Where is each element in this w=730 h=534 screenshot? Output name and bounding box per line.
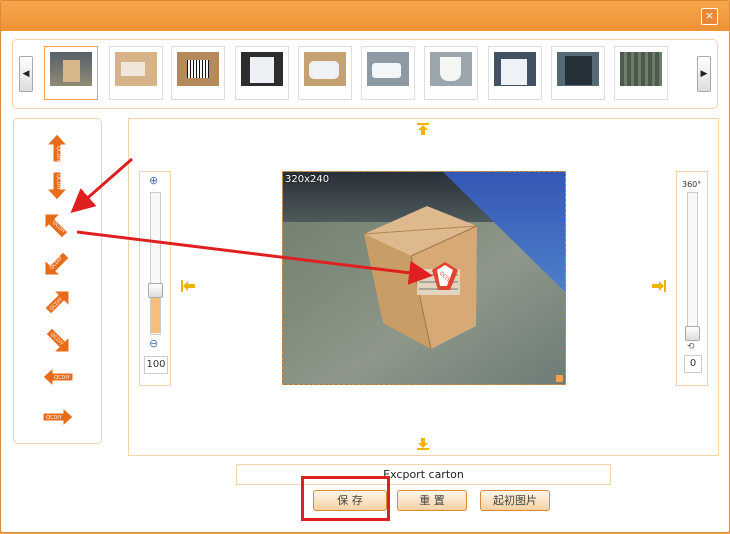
tool-label: QCDIY: [54, 375, 71, 381]
move-left-tool[interactable]: QCDIY: [14, 366, 101, 396]
rotation-max-label: 360°: [682, 180, 702, 189]
nudge-up-icon[interactable]: [416, 122, 430, 136]
original-image-button[interactable]: 起初图片: [480, 490, 550, 511]
thumbnail-label-1[interactable]: [109, 46, 163, 100]
qcdiy-sticker: QCDIY: [432, 262, 458, 290]
rotation-track[interactable]: [687, 192, 698, 334]
working-image[interactable]: QCDIY 320x240: [282, 171, 566, 385]
thumbnail-container-2[interactable]: [614, 46, 668, 100]
zoom-handle[interactable]: [148, 283, 163, 298]
move-down-right-tool[interactable]: QCDIY: [14, 324, 101, 354]
move-up-left-tool[interactable]: QCDIY: [14, 210, 101, 240]
transform-tools-panel: QCDIY QCDIY QCDIY QCDIY QCDIY QCDIY QCDI…: [13, 118, 102, 444]
arrow-up-left-icon: QCDIY: [44, 213, 69, 239]
thumbnail-carton-1[interactable]: [44, 46, 98, 100]
tool-label: QCDIY: [55, 174, 61, 191]
nudge-right-icon[interactable]: [651, 279, 667, 293]
thumbnail-cups-box[interactable]: [298, 46, 352, 100]
image-editor-window: × ◀ ▶ QCDIY QCDIY QCDIY QCDIY QCDIY QCDI…: [0, 0, 730, 533]
thumbnail-container[interactable]: [551, 46, 605, 100]
gallery-prev-button[interactable]: ◀: [19, 56, 33, 92]
window-titlebar: ×: [1, 1, 729, 31]
carton-box-image: [363, 206, 478, 350]
nudge-down-icon[interactable]: [416, 437, 430, 451]
thumbnail-cups-1[interactable]: [361, 46, 415, 100]
zoom-value[interactable]: 100: [144, 356, 168, 374]
tool-label: QCDIY: [46, 415, 63, 421]
reset-button[interactable]: 重 置: [397, 490, 467, 511]
arrow-up-icon: QCDIY: [45, 133, 69, 163]
rotate-reset-icon[interactable]: ⟲: [687, 342, 695, 352]
thumbnail-cups-2[interactable]: [424, 46, 478, 100]
arrow-left-icon: QCDIY: [42, 367, 74, 387]
move-down-left-tool[interactable]: QCDIY: [14, 247, 101, 277]
zoom-slider[interactable]: ⊕ ⊖ 100: [139, 171, 171, 386]
move-up-tool[interactable]: QCDIY: [14, 131, 101, 163]
zoom-in-icon[interactable]: ⊕: [149, 174, 158, 187]
gallery-next-button[interactable]: ▶: [697, 56, 711, 92]
close-button[interactable]: ×: [701, 8, 718, 25]
image-caption-field[interactable]: Excport carton: [236, 464, 611, 485]
thumbnail-cups-3[interactable]: [488, 46, 542, 100]
move-up-right-tool[interactable]: QCDIY: [14, 287, 101, 317]
rotation-handle[interactable]: [685, 326, 700, 341]
thumbnail-barcode[interactable]: [171, 46, 225, 100]
arrow-down-right-icon: QCDIY: [45, 327, 70, 353]
rotation-value[interactable]: 0: [684, 355, 702, 373]
resize-handle[interactable]: [556, 375, 563, 382]
thumbnail-label-2[interactable]: [235, 46, 289, 100]
thumbnail-gallery: ◀ ▶: [12, 39, 718, 109]
nudge-left-icon[interactable]: [180, 279, 196, 293]
move-down-tool[interactable]: QCDIY: [14, 169, 101, 201]
move-right-tool[interactable]: QCDIY: [14, 406, 101, 436]
arrow-up-right-icon: QCDIY: [44, 290, 70, 315]
zoom-out-icon[interactable]: ⊖: [149, 337, 158, 350]
arrow-right-icon: QCDIY: [42, 407, 74, 427]
arrow-down-icon: QCDIY: [45, 171, 69, 201]
save-button-annotation: [301, 476, 390, 521]
rotation-slider[interactable]: 360° ⟲ 0: [676, 171, 708, 386]
image-size-label: 320x240: [285, 174, 330, 185]
tool-label: QCDIY: [55, 146, 61, 163]
arrow-down-left-icon: QCDIY: [44, 251, 70, 276]
